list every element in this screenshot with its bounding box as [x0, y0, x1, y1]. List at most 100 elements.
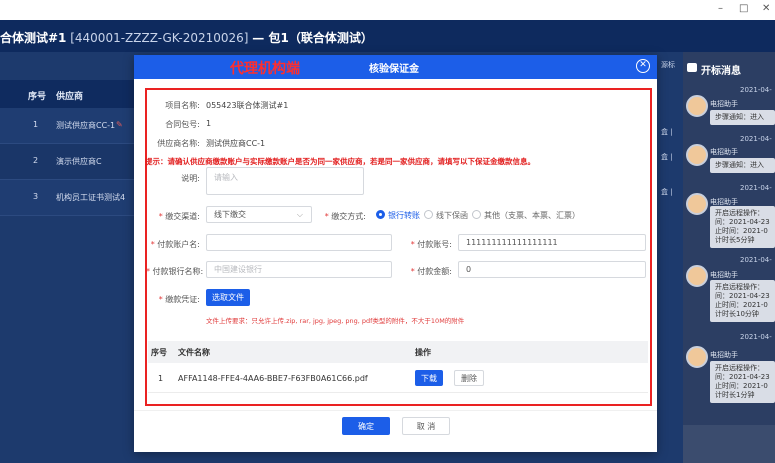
- message-line: 开启远程操作：: [715, 209, 764, 217]
- project-name-value: 055423联合体测试#1: [206, 101, 289, 110]
- title-main: 合体测试#1: [0, 31, 67, 45]
- pay-account-label: 付款账号:: [417, 240, 452, 249]
- radio-bank-transfer[interactable]: [376, 210, 385, 219]
- agency-side-label: 代理机构端: [230, 61, 300, 77]
- file-name: AFFA1148-FFE4-4AA6-BBE7-F63FB0A61C66.pdf: [178, 374, 368, 383]
- package-value: 1: [206, 119, 212, 128]
- right-cell: 源标: [661, 61, 675, 69]
- message-line: 间：2021-04-23: [715, 373, 770, 381]
- select-file-button[interactable]: 选取文件: [206, 289, 250, 306]
- radio-label: 线下保函: [436, 211, 468, 220]
- pay-account-input[interactable]: 111111111111111111: [458, 234, 646, 251]
- warning-text: 提示：请确认供应商缴款账户与实际缴款账户是否为同一家供应商，若是同一家供应商，请…: [145, 157, 535, 166]
- radio-label: 其他（支票、本票、汇票）: [484, 211, 580, 220]
- package-label: 合同包号:: [165, 120, 200, 129]
- row-supplier: 演示供应商C: [56, 157, 102, 166]
- message-icon: [687, 63, 697, 72]
- message-bubble: 开启远程操作： 间：2021-04-23 止时间：2021-0 计时长1分钟: [710, 361, 775, 403]
- maximize-icon[interactable]: □: [739, 3, 748, 14]
- message-bubble: 开启远程操作： 间：2021-04-23 止时间：2021-0 计时长5分钟: [710, 206, 775, 248]
- close-icon[interactable]: ✕: [636, 59, 650, 73]
- radio-other[interactable]: [472, 210, 481, 219]
- row-index: 1: [33, 120, 39, 129]
- col-supplier-header: 供应商: [56, 92, 84, 102]
- close-window-icon[interactable]: ✕: [762, 3, 770, 14]
- dialog-divider: [134, 410, 657, 411]
- right-cell: 盒 |: [661, 188, 673, 196]
- channel-select[interactable]: 线下缴交 ⌵: [206, 206, 312, 223]
- avatar: [686, 265, 708, 287]
- message-bubble: 步骤通知：进入: [710, 110, 775, 125]
- avatar: [686, 95, 708, 117]
- cancel-button[interactable]: 取 消: [402, 417, 450, 435]
- right-cell: 盒 |: [661, 128, 673, 136]
- edit-icon[interactable]: ✎: [116, 120, 123, 129]
- delete-button[interactable]: 删除: [454, 370, 484, 386]
- radio-offline-guarantee[interactable]: [424, 210, 433, 219]
- supplier-label: 供应商名称:: [157, 139, 200, 148]
- message-bubble: 开启远程操作： 间：2021-04-23 止时间：2021-0 计时长10分钟: [710, 280, 775, 322]
- minimize-icon[interactable]: –: [718, 3, 723, 14]
- message-line: 止时间：2021-0: [715, 227, 768, 235]
- message-line: 间：2021-04-23: [715, 292, 770, 300]
- page-title: 合体测试#1 [440001-ZZZZ-GK-20210026] — 包1（联合…: [0, 29, 373, 46]
- supplier-table-header: 序号 供应商: [0, 80, 135, 108]
- message-time: 2021-04-: [740, 256, 772, 264]
- table-row[interactable]: 1 测试供应商CC-1 ✎: [0, 108, 135, 144]
- notice-input-area[interactable]: [683, 425, 775, 463]
- method-label: 缴交方式:: [331, 212, 366, 221]
- message-sender: 电招助手: [710, 100, 738, 108]
- row-supplier: 机构员工证书测试4: [56, 193, 126, 202]
- avatar: [686, 346, 708, 368]
- file-index: 1: [158, 374, 164, 383]
- message-line: 计时长5分钟: [715, 236, 755, 244]
- message-time: 2021-04-: [740, 184, 772, 192]
- message-time: 2021-04-: [740, 86, 772, 94]
- message-sender: 电招助手: [710, 148, 738, 156]
- pay-bank-label: 付款银行名称:: [152, 267, 204, 276]
- pay-name-input[interactable]: [206, 234, 392, 251]
- pay-bank-input[interactable]: 中国建设银行: [206, 261, 392, 278]
- upload-requirement-note: 文件上传要求：只允许上传.zip, rar, jpg, jpeg, png, p…: [206, 317, 465, 325]
- message-line: 步骤通知：进入: [715, 113, 764, 121]
- message-line: 计时长10分钟: [715, 310, 759, 318]
- title-tail: — 包1（联合体测试）: [252, 31, 373, 45]
- row-supplier: 测试供应商CC-1: [56, 121, 116, 130]
- message-line: 开启远程操作：: [715, 364, 764, 372]
- row-index: 2: [33, 156, 39, 165]
- row-index: 3: [33, 192, 39, 201]
- file-col-action: 操作: [415, 348, 431, 357]
- dialog-title: 核验保证金: [369, 64, 419, 75]
- avatar: [686, 144, 708, 166]
- message-time: 2021-04-: [740, 135, 772, 143]
- download-button[interactable]: 下载: [415, 370, 443, 386]
- project-name-label: 项目名称:: [165, 101, 200, 110]
- message-sender: 电招助手: [710, 351, 738, 359]
- message-bubble: 步骤通知：进入: [710, 158, 775, 173]
- channel-label: 缴交渠道:: [165, 212, 200, 221]
- amount-input[interactable]: 0: [458, 261, 646, 278]
- avatar: [686, 193, 708, 215]
- file-table-header: 序号 文件名称 操作: [148, 341, 648, 363]
- message-line: 开启远程操作：: [715, 283, 764, 291]
- message-line: 间：2021-04-23: [715, 218, 770, 226]
- message-line: 止时间：2021-0: [715, 382, 768, 390]
- message-line: 止时间：2021-0: [715, 301, 768, 309]
- app-header: 合体测试#1 [440001-ZZZZ-GK-20210026] — 包1（联合…: [0, 20, 775, 52]
- right-cell: 盒 |: [661, 153, 673, 161]
- message-line: 计时长1分钟: [715, 391, 755, 399]
- file-col-index: 序号: [151, 348, 167, 357]
- channel-value: 线下缴交: [214, 210, 246, 219]
- confirm-button[interactable]: 确定: [342, 417, 390, 435]
- table-row[interactable]: 3 机构员工证书测试4: [0, 180, 135, 216]
- file-col-name: 文件名称: [178, 348, 210, 357]
- remark-textarea[interactable]: 请输入: [206, 167, 364, 195]
- notice-title: 开标消息: [701, 66, 741, 77]
- supplier-value: 测试供应商CC-1: [206, 139, 266, 148]
- table-row[interactable]: 2 演示供应商C: [0, 144, 135, 180]
- title-code: [440001-ZZZZ-GK-20210026]: [66, 31, 253, 45]
- amount-label: 付款金额:: [417, 267, 452, 276]
- voucher-label: 缴款凭证:: [165, 295, 200, 304]
- table-row: 1 AFFA1148-FFE4-4AA6-BBE7-F63FB0A61C66.p…: [148, 363, 648, 393]
- chevron-down-icon: ⌵: [296, 210, 303, 219]
